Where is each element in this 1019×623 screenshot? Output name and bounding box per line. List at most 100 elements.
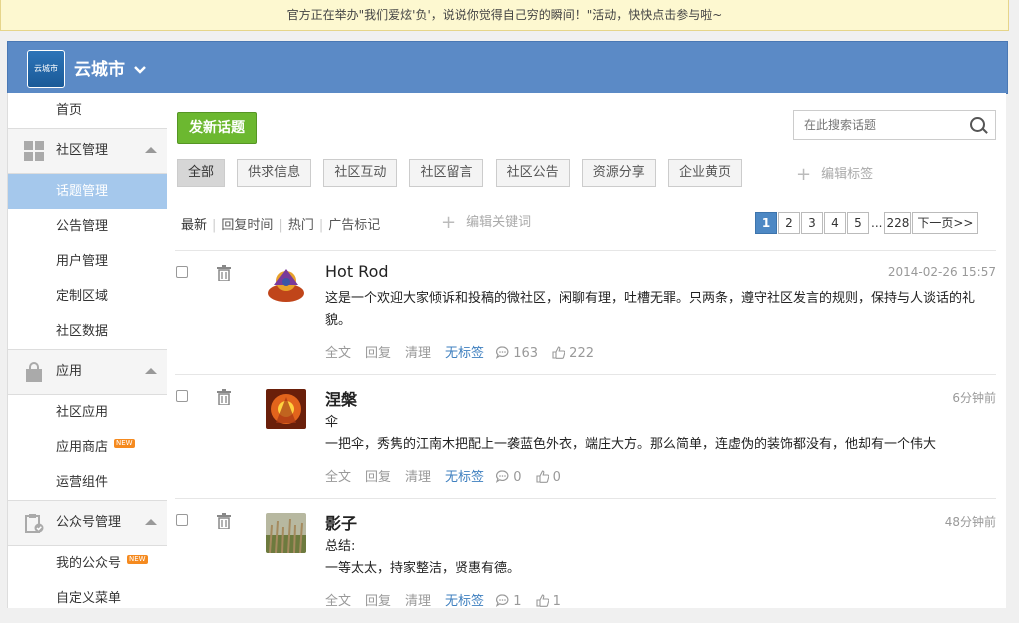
post-author[interactable]: 涅槃 bbox=[325, 386, 357, 410]
sidebar-item-custom-menu[interactable]: 自定义菜单 bbox=[8, 581, 167, 616]
comment-count: 0 bbox=[513, 470, 522, 485]
full-text-link[interactable]: 全文 bbox=[325, 470, 351, 485]
sort-latest[interactable]: 最新 bbox=[181, 218, 207, 233]
post-body[interactable]: 这是一个欢迎大家倾诉和投稿的微社区，闲聊有理，吐槽无罪。只两条，遵守社区发言的规… bbox=[325, 288, 995, 332]
trash-icon[interactable] bbox=[217, 265, 231, 281]
new-topic-button[interactable]: 发新话题 bbox=[177, 112, 257, 144]
new-badge: NEW bbox=[127, 555, 148, 564]
search-icon[interactable] bbox=[970, 117, 985, 132]
post-author[interactable]: Hot Rod bbox=[325, 262, 389, 281]
page-2[interactable]: 2 bbox=[778, 212, 800, 234]
sidebar-item-label: 我的公众号 bbox=[56, 556, 122, 571]
like-count: 222 bbox=[569, 346, 594, 361]
sidebar-item-my-accounts[interactable]: 我的公众号 NEW bbox=[8, 546, 167, 581]
caret-up-icon bbox=[145, 368, 157, 374]
page-ellipsis: ... bbox=[870, 213, 884, 233]
tag-supply-demand[interactable]: 供求信息 bbox=[237, 159, 312, 187]
trash-icon[interactable] bbox=[217, 389, 231, 405]
post-body-line: 一等太太，持家整洁，贤惠有德。 bbox=[325, 561, 521, 576]
thumbs-up-icon[interactable] bbox=[552, 346, 566, 359]
sidebar-item-announcements[interactable]: 公告管理 bbox=[8, 209, 167, 244]
like-count: 1 bbox=[552, 594, 561, 609]
avatar[interactable] bbox=[266, 513, 306, 553]
sort-ad-mark[interactable]: 广告标记 bbox=[328, 218, 380, 233]
post-checkbox[interactable] bbox=[176, 514, 188, 526]
sidebar-group-official-accounts[interactable]: 公众号管理 bbox=[8, 500, 167, 546]
page-4[interactable]: 4 bbox=[824, 212, 846, 234]
city-switcher[interactable]: 云城市 bbox=[74, 55, 146, 80]
clean-link[interactable]: 清理 bbox=[405, 346, 431, 361]
sidebar-item-community-data[interactable]: 社区数据 bbox=[8, 314, 167, 349]
post-actions: 全文 回复 清理 无标签 163 222 bbox=[325, 342, 604, 361]
clean-link[interactable]: 清理 bbox=[405, 470, 431, 485]
sidebar-item-home[interactable]: 首页 bbox=[8, 93, 167, 128]
tag-resource-sharing[interactable]: 资源分享 bbox=[581, 159, 656, 187]
post-body-line: 总结: bbox=[325, 539, 356, 554]
tag-business-directory[interactable]: 企业黄页 bbox=[667, 159, 742, 187]
comment-icon bbox=[496, 346, 509, 359]
reply-link[interactable]: 回复 bbox=[365, 470, 391, 485]
main-content: 发新话题 全部 供求信息 社区互动 社区留言 社区公告 资源分享 企业黄页 + 编… bbox=[167, 93, 1006, 609]
tag-community-interaction[interactable]: 社区互动 bbox=[323, 159, 398, 187]
like-count: 0 bbox=[552, 470, 561, 485]
clipboard-check-icon bbox=[25, 514, 44, 533]
no-tag-link[interactable]: 无标签 bbox=[445, 346, 484, 361]
post-item: 涅槃 6分钟前 伞 一把伞，秀隽的江南木把配上一袭蓝色外衣，端庄大方。那么简单，… bbox=[167, 375, 1006, 499]
post-body-line: 伞 bbox=[325, 415, 339, 430]
sidebar-item-app-store[interactable]: 应用商店 NEW bbox=[8, 430, 167, 465]
sidebar-item-topics[interactable]: 话题管理 bbox=[8, 174, 167, 209]
sort-hot[interactable]: 热门 bbox=[288, 218, 314, 233]
post-body[interactable]: 总结: 一等太太，持家整洁，贤惠有德。 bbox=[325, 536, 995, 580]
top-bar: 云城市 云城市 bbox=[7, 41, 1008, 94]
chevron-down-icon bbox=[134, 66, 146, 74]
sort-reply-time[interactable]: 回复时间 bbox=[221, 218, 273, 233]
tag-all[interactable]: 全部 bbox=[177, 159, 226, 187]
thumbs-up-icon[interactable] bbox=[536, 594, 549, 607]
city-name: 云城市 bbox=[74, 60, 125, 80]
comment-count: 163 bbox=[513, 346, 539, 361]
page-last[interactable]: 228 bbox=[884, 212, 912, 234]
sidebar-group-apps[interactable]: 应用 bbox=[8, 349, 167, 395]
search-input[interactable] bbox=[802, 111, 966, 139]
tag-community-messages[interactable]: 社区留言 bbox=[409, 159, 484, 187]
edit-tags-button[interactable]: + 编辑标签 bbox=[796, 163, 873, 185]
full-text-link[interactable]: 全文 bbox=[325, 594, 351, 609]
sidebar-item-community-apps[interactable]: 社区应用 bbox=[8, 395, 167, 430]
next-page-button[interactable]: 下一页>> bbox=[912, 212, 979, 234]
caret-up-icon bbox=[145, 519, 157, 525]
post-checkbox[interactable] bbox=[176, 266, 188, 278]
page-3[interactable]: 3 bbox=[801, 212, 823, 234]
tag-community-announcements[interactable]: 社区公告 bbox=[495, 159, 570, 187]
no-tag-link[interactable]: 无标签 bbox=[445, 470, 484, 485]
post-checkbox[interactable] bbox=[176, 390, 188, 402]
sidebar-group-community[interactable]: 社区管理 bbox=[8, 128, 167, 174]
sidebar-item-ops-components[interactable]: 运营组件 bbox=[8, 465, 167, 500]
clean-link[interactable]: 清理 bbox=[405, 594, 431, 609]
notice-banner[interactable]: 官方正在举办"我们爱炫'负'，说说你觉得自己穷的瞬间！"活动，快快点击参与啦~ bbox=[0, 0, 1009, 31]
tag-filter-bar: 全部 供求信息 社区互动 社区留言 社区公告 资源分享 企业黄页 bbox=[177, 159, 750, 187]
logo: 云城市 bbox=[27, 50, 65, 88]
reply-link[interactable]: 回复 bbox=[365, 594, 391, 609]
avatar[interactable] bbox=[266, 265, 306, 305]
reply-link[interactable]: 回复 bbox=[365, 346, 391, 361]
no-tag-link[interactable]: 无标签 bbox=[445, 594, 484, 609]
sort-bar: 最新 | 回复时间 | 热门 | 广告标记 bbox=[181, 218, 381, 233]
edit-keywords-button[interactable]: + 编辑关键词 bbox=[441, 211, 531, 233]
post-body[interactable]: 伞 一把伞，秀隽的江南木把配上一袭蓝色外衣，端庄大方。那么简单，连虚伪的装饰都没… bbox=[325, 412, 995, 456]
edit-tags-label: 编辑标签 bbox=[821, 167, 874, 182]
trash-icon[interactable] bbox=[217, 513, 231, 529]
post-item: 影子 48分钟前 总结: 一等太太，持家整洁，贤惠有德。 全文 回复 清理 无标签 1… bbox=[167, 499, 1006, 623]
bag-icon bbox=[26, 362, 42, 382]
page-1[interactable]: 1 bbox=[755, 212, 777, 234]
avatar[interactable] bbox=[266, 389, 306, 429]
plus-icon: + bbox=[796, 164, 812, 185]
sidebar-item-users[interactable]: 用户管理 bbox=[8, 244, 167, 279]
thumbs-up-icon[interactable] bbox=[536, 470, 549, 483]
post-author[interactable]: 影子 bbox=[325, 510, 357, 534]
sidebar-item-custom-area[interactable]: 定制区域 bbox=[8, 279, 167, 314]
full-text-link[interactable]: 全文 bbox=[325, 346, 351, 361]
new-badge: NEW bbox=[114, 439, 135, 448]
page-5[interactable]: 5 bbox=[847, 212, 869, 234]
comment-icon bbox=[496, 470, 509, 483]
post-body-line: 一把伞，秀隽的江南木把配上一袭蓝色外衣，端庄大方。那么简单，连虚伪的装饰都没有，… bbox=[325, 437, 937, 452]
